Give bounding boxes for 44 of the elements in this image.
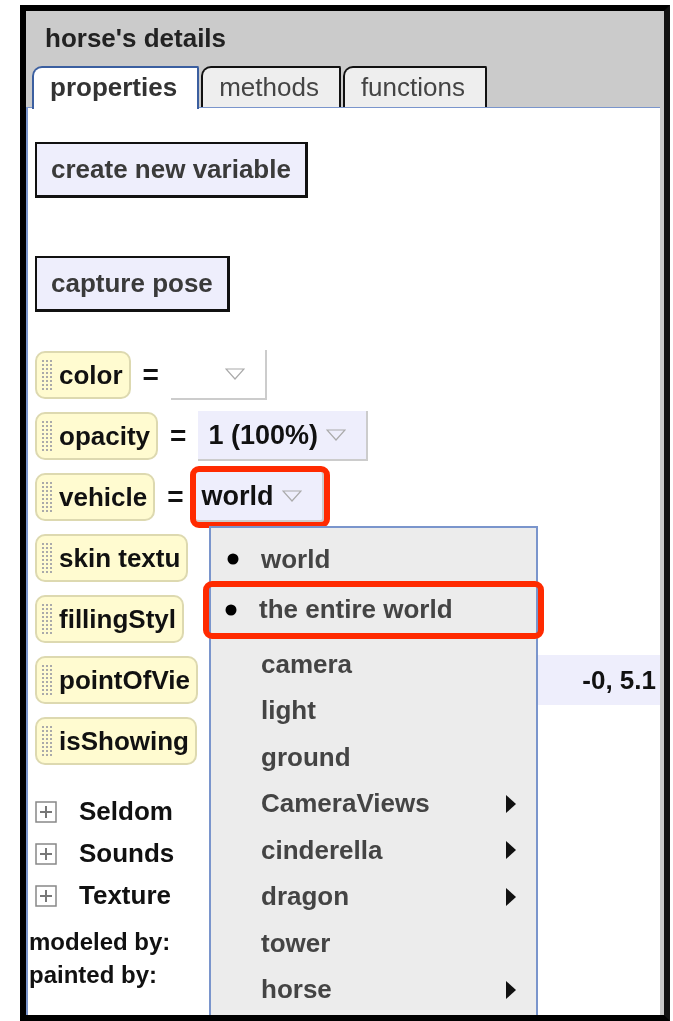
menu-item[interactable]: the entire world (209, 586, 538, 633)
credit-label: modeled by: (29, 928, 171, 956)
group-label[interactable]: Sounds (79, 838, 175, 869)
menu-item[interactable]: world (211, 536, 536, 583)
equals-sign: = (142, 359, 159, 391)
panel-title: horse's details (44, 23, 228, 54)
property-tile[interactable]: color (35, 351, 131, 399)
expand-icon[interactable] (35, 884, 57, 907)
submenu-arrow-icon (506, 887, 516, 906)
value-dropdown[interactable]: 1 (100%) (198, 411, 368, 461)
dropdown-arrow-icon (281, 490, 302, 502)
tab[interactable]: functions (342, 66, 487, 107)
dropdown-arrow-icon (325, 429, 346, 441)
tab[interactable]: methods (201, 66, 341, 107)
group-label[interactable]: Texture (79, 880, 171, 911)
property-tile[interactable]: skin textu (35, 534, 189, 582)
menu-item[interactable]: horse (211, 966, 536, 1013)
property-tile[interactable]: fillingStyl (35, 595, 184, 643)
menu-item[interactable]: tower (211, 920, 536, 967)
menu-item[interactable]: cinderella (211, 827, 536, 874)
expand-icon[interactable] (35, 842, 57, 865)
tab[interactable]: properties (32, 66, 200, 109)
equals-sign: = (167, 481, 184, 513)
menu-item[interactable]: CameraViews (211, 780, 536, 827)
menu-item[interactable]: dragon (211, 873, 536, 920)
menu-item[interactable]: light (211, 687, 536, 734)
equals-sign: = (170, 420, 187, 452)
expand-icon[interactable] (35, 800, 57, 823)
dropdown-arrow-icon (224, 368, 245, 380)
submenu-arrow-icon (506, 841, 516, 860)
menu-item[interactable]: camera (211, 641, 536, 688)
submenu-arrow-icon (506, 980, 516, 999)
action-button[interactable]: create new variable (35, 142, 308, 198)
bullet-icon (225, 603, 237, 616)
credit-label: painted by: (29, 961, 157, 989)
property-tile[interactable]: vehicle (35, 473, 156, 521)
group-label[interactable]: Seldom (79, 796, 173, 827)
bullet-icon (227, 553, 239, 566)
menu-item[interactable]: ground (211, 734, 536, 781)
submenu-arrow-icon (506, 794, 516, 813)
property-tile[interactable]: opacity (35, 412, 159, 460)
action-button[interactable]: capture pose (35, 256, 230, 312)
property-tile[interactable]: pointOfVie (35, 656, 198, 704)
property-tile[interactable]: isShowing (35, 717, 197, 765)
